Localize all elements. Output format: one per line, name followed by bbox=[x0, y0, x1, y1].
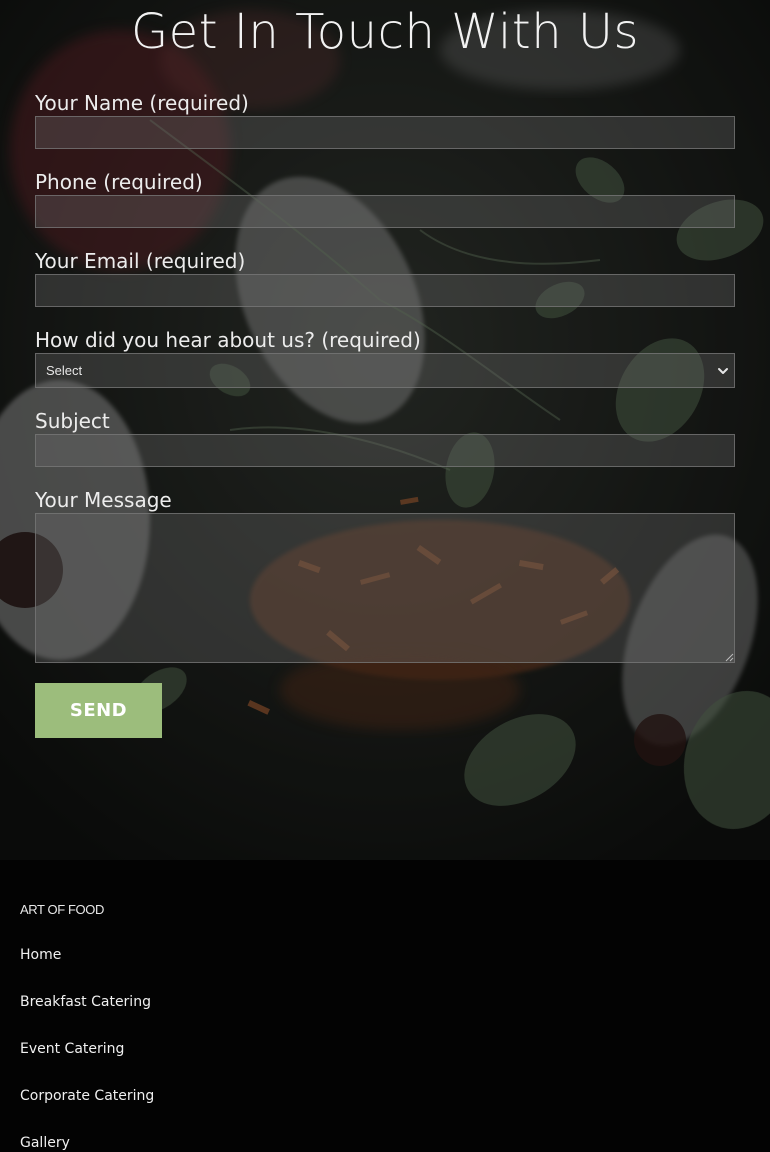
phone-input[interactable] bbox=[35, 195, 735, 228]
chevron-down-icon bbox=[718, 368, 728, 374]
footer-brand: ART OF FOOD bbox=[20, 902, 104, 917]
footer-link-event-catering[interactable]: Event Catering bbox=[20, 1039, 124, 1059]
subject-label: Subject bbox=[35, 409, 110, 433]
name-input[interactable] bbox=[35, 116, 735, 149]
footer-link-breakfast-catering[interactable]: Breakfast Catering bbox=[20, 992, 151, 1012]
email-input[interactable] bbox=[35, 274, 735, 307]
message-label: Your Message bbox=[35, 488, 172, 512]
referral-label: How did you hear about us? (required) bbox=[35, 328, 421, 352]
message-textarea[interactable] bbox=[35, 513, 735, 663]
contact-page: Get In Touch With Us Your Name (required… bbox=[0, 0, 770, 1152]
footer-link-gallery[interactable]: Gallery bbox=[20, 1133, 70, 1152]
referral-select[interactable]: Select bbox=[35, 353, 735, 388]
send-button[interactable]: SEND bbox=[35, 683, 162, 738]
phone-label: Phone (required) bbox=[35, 170, 203, 194]
page-title: Get In Touch With Us bbox=[130, 4, 640, 60]
contact-section: Get In Touch With Us Your Name (required… bbox=[0, 0, 770, 860]
resize-handle-icon[interactable] bbox=[724, 652, 734, 662]
subject-input[interactable] bbox=[35, 434, 735, 467]
email-label: Your Email (required) bbox=[35, 249, 246, 273]
footer-link-home[interactable]: Home bbox=[20, 945, 61, 965]
name-label: Your Name (required) bbox=[35, 91, 249, 115]
footer: ART OF FOOD Home Breakfast Catering Even… bbox=[0, 860, 770, 1152]
referral-select-value: Select bbox=[46, 363, 83, 378]
footer-link-corporate-catering[interactable]: Corporate Catering bbox=[20, 1086, 154, 1106]
